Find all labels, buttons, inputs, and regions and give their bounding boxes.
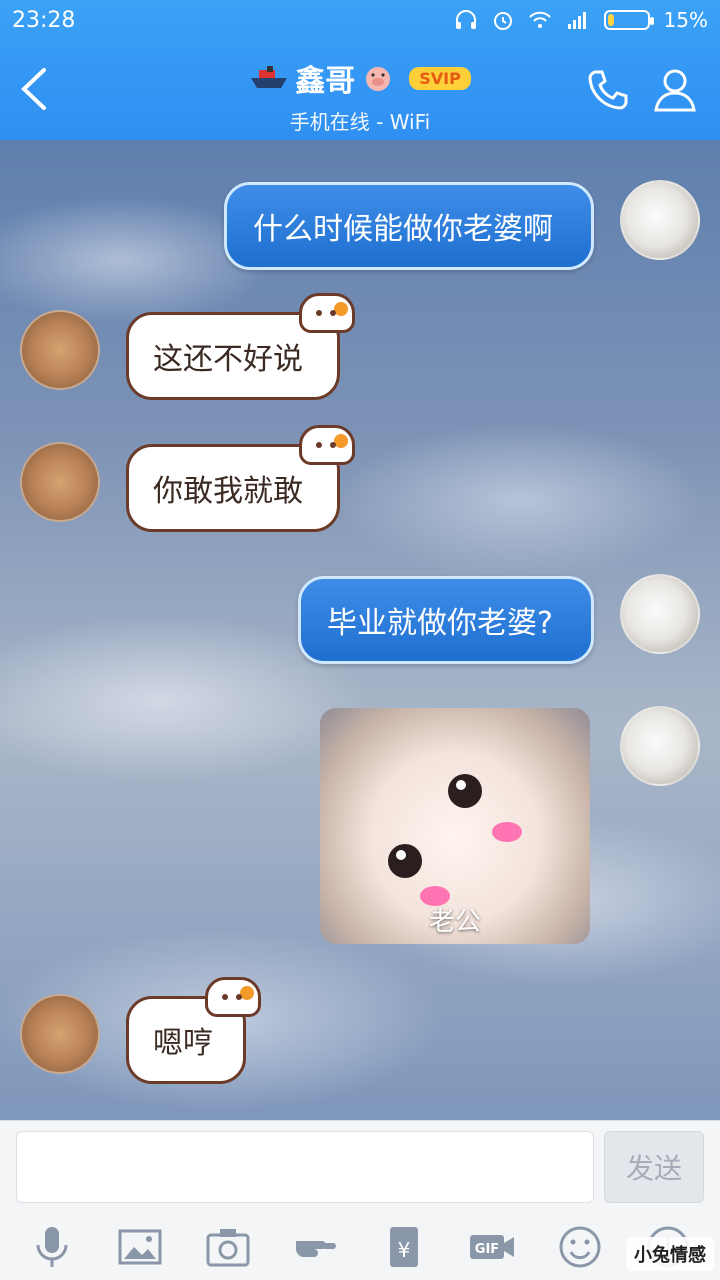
gif-icon: GIF bbox=[470, 1235, 514, 1259]
message-bubble[interactable]: 这还不好说 bbox=[126, 293, 355, 400]
send-button[interactable]: 发送 bbox=[604, 1131, 704, 1203]
contact-avatar[interactable] bbox=[20, 442, 100, 522]
message-input[interactable] bbox=[16, 1131, 594, 1203]
message-bubble[interactable]: 嗯哼 bbox=[126, 977, 261, 1084]
red-packet-button[interactable]: ¥ bbox=[374, 1219, 434, 1275]
message-bubble[interactable]: 毕业就做你老婆? bbox=[298, 576, 594, 664]
hamster-decoration bbox=[299, 425, 355, 465]
phone-call-icon[interactable] bbox=[584, 66, 632, 114]
gif-button[interactable]: GIF bbox=[462, 1219, 522, 1275]
red-packet-icon: ¥ bbox=[390, 1227, 418, 1267]
message-text: 毕业就做你老婆? bbox=[327, 606, 553, 641]
my-avatar[interactable] bbox=[620, 706, 700, 786]
message-text: 什么时候能做你老婆啊 bbox=[253, 212, 553, 247]
headphones-icon bbox=[455, 10, 476, 29]
poke-icon bbox=[296, 1241, 336, 1257]
voice-button[interactable] bbox=[22, 1219, 82, 1275]
sticker-eye bbox=[388, 844, 422, 878]
contact-avatar[interactable] bbox=[20, 994, 100, 1074]
image-icon bbox=[118, 1229, 162, 1265]
sticker-image[interactable]: 老公 bbox=[320, 708, 590, 944]
input-toolbar: ¥ GIF bbox=[0, 1213, 720, 1280]
svip-badge: SVIP bbox=[409, 66, 471, 90]
ship-icon bbox=[251, 66, 288, 88]
status-time: 23:28 bbox=[12, 8, 76, 33]
sticker-caption: 老公 bbox=[428, 907, 481, 937]
mic-icon bbox=[36, 1227, 68, 1267]
my-avatar[interactable] bbox=[620, 574, 700, 654]
message-bubble[interactable]: 什么时候能做你老婆啊 bbox=[224, 182, 594, 270]
message-text: 这还不好说 bbox=[153, 342, 303, 377]
chat-area[interactable]: 什么时候能做你老婆啊 这还不好说 你敢我就敢 毕业就做你老婆? 老公 嗯哼 bbox=[0, 140, 720, 1120]
input-bar: 发送 ¥ GIF 小兔情感 bbox=[0, 1120, 720, 1280]
contact-name: 鑫哥 bbox=[295, 64, 356, 99]
contact-avatar[interactable] bbox=[20, 310, 100, 390]
album-button[interactable] bbox=[110, 1219, 170, 1275]
alarm-icon bbox=[493, 12, 512, 30]
top-bar: 23:28 15% 鑫哥 SVIP 手机在线 - WiFi bbox=[0, 0, 720, 140]
watermark: 小兔情感 bbox=[626, 1237, 714, 1271]
chat-title: 鑫哥 SVIP bbox=[249, 56, 471, 100]
emoji-button[interactable] bbox=[550, 1219, 610, 1275]
camera-button[interactable] bbox=[198, 1219, 258, 1275]
profile-icon[interactable] bbox=[650, 64, 700, 114]
my-avatar[interactable] bbox=[620, 180, 700, 260]
status-bar: 23:28 15% bbox=[0, 0, 720, 44]
pig-icon bbox=[366, 67, 391, 91]
battery-text: 15% bbox=[663, 8, 708, 32]
battery-icon bbox=[603, 10, 654, 30]
message-text: 嗯哼 bbox=[153, 1026, 213, 1061]
emoji-icon bbox=[559, 1226, 601, 1268]
message-text: 你敢我就敢 bbox=[153, 474, 303, 509]
message-bubble[interactable]: 你敢我就敢 bbox=[126, 425, 355, 532]
hamster-decoration bbox=[205, 977, 261, 1017]
sticker-eye bbox=[448, 774, 482, 808]
hamster-decoration bbox=[299, 293, 355, 333]
svg-text:GIF: GIF bbox=[475, 1242, 499, 1257]
svg-text:¥: ¥ bbox=[398, 1238, 411, 1262]
wifi-icon bbox=[528, 11, 551, 28]
chat-header: 鑫哥 SVIP 手机在线 - WiFi bbox=[0, 44, 720, 140]
signal-icon bbox=[567, 12, 586, 29]
sticker-blush bbox=[492, 822, 522, 842]
camera-icon bbox=[206, 1229, 250, 1267]
poke-button[interactable] bbox=[286, 1219, 346, 1275]
status-icons: 15% bbox=[454, 8, 708, 32]
